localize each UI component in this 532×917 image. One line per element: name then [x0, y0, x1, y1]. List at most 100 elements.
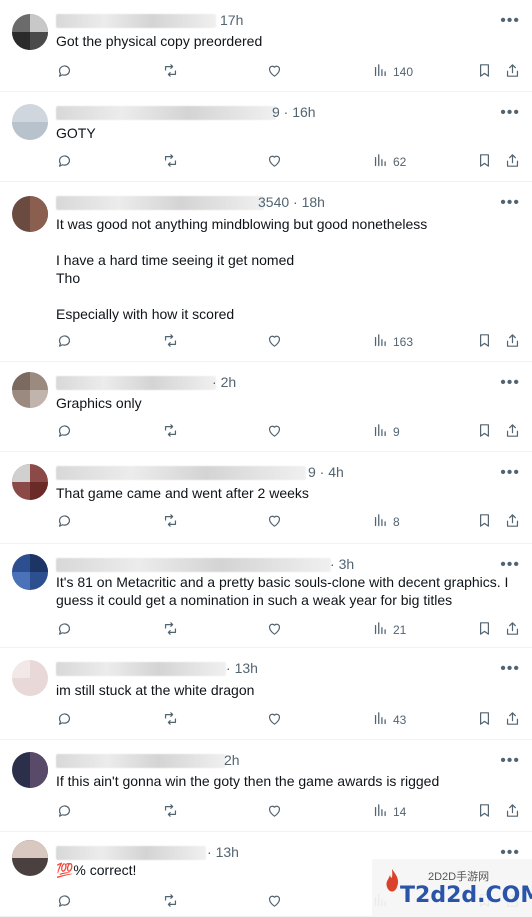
author-name-blurred[interactable]	[56, 558, 331, 572]
avatar[interactable]	[12, 554, 48, 590]
views-button[interactable]: 163	[372, 332, 413, 352]
more-options-icon[interactable]: •••	[500, 375, 520, 391]
retweet-icon[interactable]	[162, 802, 179, 819]
like-icon[interactable]	[266, 152, 283, 169]
author-name-blurred[interactable]	[56, 196, 264, 210]
retweet-icon[interactable]	[162, 710, 179, 727]
timestamp[interactable]: 2h	[224, 752, 240, 768]
timestamp[interactable]: · 13h	[226, 660, 258, 676]
reply-icon[interactable]	[56, 620, 73, 637]
bookmark-icon[interactable]	[476, 62, 493, 79]
like-icon[interactable]	[266, 802, 283, 819]
more-options-icon[interactable]: •••	[500, 557, 520, 573]
retweet-icon[interactable]	[162, 152, 179, 169]
reply-item[interactable]: 9 · 16h ••• GOTY 62	[0, 92, 532, 182]
timestamp[interactable]: 9 · 4h	[308, 464, 344, 480]
avatar[interactable]	[12, 196, 48, 232]
reply-item[interactable]: · 2h ••• Graphics only 9	[0, 362, 532, 452]
reply-text: GOTY	[56, 125, 96, 141]
retweet-icon[interactable]	[162, 332, 179, 349]
retweet-icon[interactable]	[162, 892, 179, 909]
reply-icon[interactable]	[56, 422, 73, 439]
more-options-icon[interactable]: •••	[500, 465, 520, 481]
more-options-icon[interactable]: •••	[500, 661, 520, 677]
views-button[interactable]: 43	[372, 710, 406, 730]
author-name-blurred[interactable]	[56, 662, 226, 676]
action-bar: 21	[56, 620, 532, 640]
reply-icon[interactable]	[56, 152, 73, 169]
avatar[interactable]	[12, 840, 48, 876]
bookmark-icon[interactable]	[476, 512, 493, 529]
views-button[interactable]: 140	[372, 62, 413, 82]
more-options-icon[interactable]: •••	[500, 105, 520, 121]
avatar[interactable]	[12, 752, 48, 788]
like-icon[interactable]	[266, 62, 283, 79]
reply-icon[interactable]	[56, 892, 73, 909]
share-icon[interactable]	[504, 512, 521, 529]
like-icon[interactable]	[266, 710, 283, 727]
bookmark-icon[interactable]	[476, 332, 493, 349]
reply-icon[interactable]	[56, 802, 73, 819]
share-icon[interactable]	[504, 422, 521, 439]
views-button[interactable]: 21	[372, 620, 406, 640]
timestamp[interactable]: 9 · 16h	[272, 104, 316, 120]
timestamp[interactable]: · 3h	[330, 556, 354, 572]
author-name-blurred[interactable]	[56, 846, 206, 860]
share-icon[interactable]	[504, 152, 521, 169]
retweet-icon[interactable]	[162, 62, 179, 79]
like-icon[interactable]	[266, 422, 283, 439]
author-name-blurred[interactable]	[56, 14, 216, 28]
like-icon[interactable]	[266, 512, 283, 529]
bookmark-icon[interactable]	[476, 710, 493, 727]
action-bar: 43	[56, 710, 532, 730]
reply-icon[interactable]	[56, 710, 73, 727]
reply-item[interactable]: · 13h ••• im still stuck at the white drag…	[0, 648, 532, 740]
reply-item[interactable]: 17h ••• Got the physical copy preordered 14…	[0, 0, 532, 92]
views-button[interactable]: 9	[372, 422, 400, 442]
author-name-blurred[interactable]	[56, 106, 276, 120]
views-count: 62	[393, 155, 407, 169]
share-icon[interactable]	[504, 710, 521, 727]
views-icon	[372, 620, 389, 640]
reply-text: That game came and went after 2 weeks	[56, 485, 309, 501]
share-icon[interactable]	[504, 620, 521, 637]
reply-item[interactable]: 9 · 4h ••• That game came and went after 2…	[0, 452, 532, 544]
retweet-icon[interactable]	[162, 620, 179, 637]
retweet-icon[interactable]	[162, 512, 179, 529]
avatar[interactable]	[12, 372, 48, 408]
bookmark-icon[interactable]	[476, 802, 493, 819]
reply-item[interactable]: 2h ••• If this ain't gonna win the goty th…	[0, 740, 532, 832]
reply-icon[interactable]	[56, 512, 73, 529]
reply-item[interactable]: 3540 · 18h ••• It was good not anything mi…	[0, 182, 532, 362]
bookmark-icon[interactable]	[476, 422, 493, 439]
views-button[interactable]: 62	[372, 152, 406, 172]
avatar[interactable]	[12, 14, 48, 50]
author-name-blurred[interactable]	[56, 466, 306, 480]
like-icon[interactable]	[266, 332, 283, 349]
author-name-blurred[interactable]	[56, 376, 216, 390]
author-name-blurred[interactable]	[56, 754, 226, 768]
reply-icon[interactable]	[56, 62, 73, 79]
more-options-icon[interactable]: •••	[500, 195, 520, 211]
avatar[interactable]	[12, 660, 48, 696]
avatar[interactable]	[12, 104, 48, 140]
timestamp[interactable]: · 2h	[212, 374, 236, 390]
retweet-icon[interactable]	[162, 422, 179, 439]
timestamp[interactable]: 17h	[220, 12, 243, 28]
share-icon[interactable]	[504, 62, 521, 79]
like-icon[interactable]	[266, 620, 283, 637]
timestamp[interactable]: · 13h	[207, 844, 239, 860]
views-button[interactable]: 8	[372, 512, 400, 532]
share-icon[interactable]	[504, 802, 521, 819]
timestamp[interactable]: 3540 · 18h	[258, 194, 325, 210]
avatar[interactable]	[12, 464, 48, 500]
more-options-icon[interactable]: •••	[500, 753, 520, 769]
reply-item[interactable]: · 3h ••• It's 81 on Metacritic and a prett…	[0, 544, 532, 648]
views-button[interactable]: 14	[372, 802, 406, 822]
bookmark-icon[interactable]	[476, 152, 493, 169]
share-icon[interactable]	[504, 332, 521, 349]
more-options-icon[interactable]: •••	[500, 13, 520, 29]
like-icon[interactable]	[266, 892, 283, 909]
reply-icon[interactable]	[56, 332, 73, 349]
bookmark-icon[interactable]	[476, 620, 493, 637]
